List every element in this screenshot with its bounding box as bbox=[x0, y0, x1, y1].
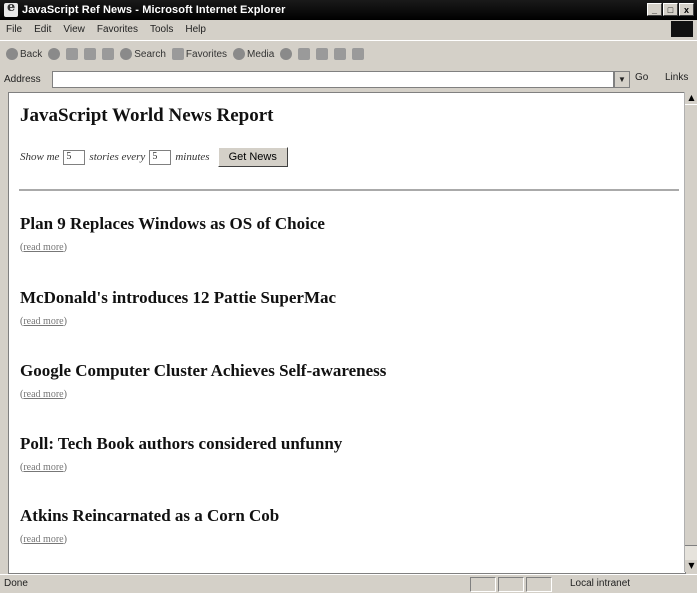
minimize-button[interactable]: _ bbox=[647, 3, 662, 16]
read-more-link[interactable]: read more bbox=[23, 534, 63, 545]
print-icon bbox=[316, 48, 329, 60]
menu-bar: File Edit View Favorites Tools Help bbox=[0, 20, 697, 38]
standard-toolbar: Back Search Favorites Media bbox=[0, 40, 697, 67]
home-icon bbox=[102, 48, 115, 60]
menu-tools[interactable]: Tools bbox=[144, 24, 179, 35]
scroll-thumb[interactable] bbox=[685, 104, 697, 546]
menu-view[interactable]: View bbox=[57, 24, 91, 35]
menu-edit[interactable]: Edit bbox=[28, 24, 57, 35]
home-button[interactable] bbox=[102, 48, 115, 60]
favorites-label: Favorites bbox=[185, 48, 228, 60]
title-bar: JavaScript Ref News - Microsoft Internet… bbox=[0, 0, 697, 20]
address-label: Address bbox=[4, 73, 41, 85]
scroll-down-icon[interactable]: ▼ bbox=[685, 560, 697, 572]
story-headline: Plan 9 Replaces Windows as OS of Choice bbox=[20, 214, 325, 233]
address-bar: Address ▼ Go Links bbox=[0, 68, 697, 90]
menu-file[interactable]: File bbox=[0, 24, 28, 35]
edit-icon bbox=[334, 48, 347, 60]
menu-help[interactable]: Help bbox=[179, 24, 212, 35]
ie-icon bbox=[4, 0, 18, 17]
discuss-button[interactable] bbox=[352, 48, 365, 60]
mail-button[interactable] bbox=[298, 48, 311, 60]
address-dropdown-icon[interactable]: ▼ bbox=[614, 71, 630, 88]
history-button[interactable] bbox=[280, 48, 293, 60]
status-segment bbox=[526, 577, 552, 592]
page-content: JavaScript World News Report Show me 5 s… bbox=[8, 92, 686, 574]
story-item: McDonald's introduces 12 Pattie SuperMac… bbox=[20, 288, 337, 327]
print-button[interactable] bbox=[316, 48, 329, 60]
stories-every-label: stories every bbox=[89, 151, 146, 163]
refresh-button[interactable] bbox=[84, 48, 97, 60]
story-headline: McDonald's introduces 12 Pattie SuperMac bbox=[20, 288, 337, 307]
back-arrow-icon bbox=[6, 48, 18, 60]
forward-arrow-icon bbox=[48, 48, 61, 60]
scroll-up-icon[interactable]: ▲ bbox=[685, 92, 697, 104]
back-button[interactable]: Back bbox=[6, 48, 42, 60]
refresh-icon bbox=[84, 48, 97, 60]
status-segment bbox=[498, 577, 524, 592]
show-me-label: Show me bbox=[20, 151, 60, 163]
edit-button[interactable] bbox=[334, 48, 347, 60]
close-button[interactable]: x bbox=[679, 3, 694, 16]
window-title: JavaScript Ref News - Microsoft Internet… bbox=[22, 4, 286, 16]
read-more-link[interactable]: read more bbox=[23, 462, 63, 473]
browser-window: JavaScript Ref News - Microsoft Internet… bbox=[0, 0, 697, 593]
favorites-icon bbox=[171, 48, 184, 60]
favorites-button[interactable]: Favorites bbox=[171, 48, 228, 60]
story-headline: Poll: Tech Book authors considered unfun… bbox=[20, 434, 343, 453]
news-controls: Show me 5 stories every 5 minutes Get Ne… bbox=[20, 147, 288, 167]
forward-button[interactable] bbox=[48, 48, 61, 60]
search-icon bbox=[120, 48, 133, 60]
discuss-icon bbox=[352, 48, 365, 60]
story-count-input[interactable]: 5 bbox=[63, 149, 86, 165]
read-more-link[interactable]: read more bbox=[23, 316, 63, 327]
read-more-link[interactable]: read more bbox=[23, 242, 63, 253]
media-label: Media bbox=[247, 48, 275, 60]
story-item: Atkins Reincarnated as a Corn Cob (read … bbox=[20, 506, 280, 545]
history-icon bbox=[280, 48, 293, 60]
address-input[interactable] bbox=[52, 71, 614, 88]
story-item: Google Computer Cluster Achieves Self-aw… bbox=[20, 361, 387, 400]
window-controls: _ □ x bbox=[647, 3, 694, 16]
mail-icon bbox=[298, 48, 311, 60]
read-more-link[interactable]: read more bbox=[23, 389, 63, 400]
page-title: JavaScript World News Report bbox=[20, 105, 274, 126]
story-item: Poll: Tech Book authors considered unfun… bbox=[20, 434, 343, 473]
story-headline: Google Computer Cluster Achieves Self-aw… bbox=[20, 361, 387, 380]
menu-favorites[interactable]: Favorites bbox=[91, 24, 144, 35]
get-news-button[interactable]: Get News bbox=[217, 147, 288, 167]
vertical-scrollbar[interactable]: ▲ ▼ bbox=[684, 92, 697, 572]
back-label: Back bbox=[20, 48, 43, 60]
go-button[interactable]: Go bbox=[635, 72, 648, 83]
stop-icon bbox=[66, 48, 79, 60]
minutes-input[interactable]: 5 bbox=[149, 149, 172, 165]
minutes-label: minutes bbox=[175, 151, 210, 163]
horizontal-rule bbox=[19, 189, 679, 191]
search-button[interactable]: Search bbox=[120, 48, 166, 60]
maximize-button[interactable]: □ bbox=[663, 3, 678, 16]
stop-button[interactable] bbox=[66, 48, 79, 60]
media-button[interactable]: Media bbox=[233, 48, 274, 60]
status-text: Done bbox=[4, 578, 28, 589]
search-label: Search bbox=[134, 48, 166, 60]
status-bar: Done Local intranet bbox=[0, 574, 697, 593]
security-zone: Local intranet bbox=[570, 578, 631, 589]
media-icon bbox=[233, 48, 246, 60]
windows-logo-icon bbox=[671, 21, 693, 37]
story-item: Plan 9 Replaces Windows as OS of Choice … bbox=[20, 214, 325, 253]
status-segment bbox=[470, 577, 496, 592]
story-headline: Atkins Reincarnated as a Corn Cob bbox=[20, 506, 280, 525]
links-button[interactable]: Links bbox=[665, 72, 688, 83]
